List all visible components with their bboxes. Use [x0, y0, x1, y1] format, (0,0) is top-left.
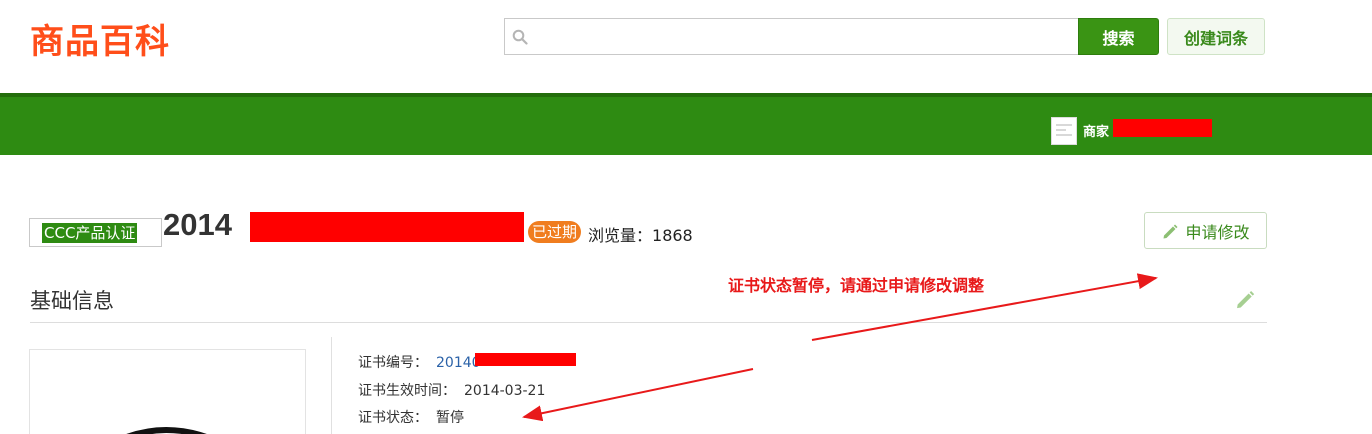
request-edit-button[interactable]: 申请修改 — [1144, 212, 1267, 249]
detail-value: 暂停 — [436, 410, 464, 426]
column-divider — [331, 337, 332, 434]
detail-label: 证书生效时间： — [358, 383, 456, 399]
product-image-graphic — [126, 427, 207, 434]
detail-value[interactable]: 20140 — [436, 355, 481, 371]
arrow-to-status — [522, 368, 754, 422]
page-title: 2014 — [163, 207, 232, 242]
search-button[interactable]: 搜索 — [1078, 18, 1159, 55]
pencil-icon — [1163, 224, 1178, 238]
category-tag-label: CCC产品认证 — [42, 223, 138, 243]
nav-bar: 商家 — [0, 93, 1372, 155]
merchant-label[interactable]: 商家 — [1083, 121, 1109, 140]
detail-label: 证书编号： — [358, 355, 428, 371]
detail-row-cert-number: 证书编号： 20140 — [358, 352, 481, 372]
request-edit-label: 申请修改 — [1185, 222, 1250, 242]
annotation-text: 证书状态暂停，请通过申请修改调整 — [728, 276, 985, 295]
detail-row-status: 证书状态： 暂停 — [358, 407, 464, 427]
detail-label: 证书状态： — [358, 410, 428, 426]
create-entry-button[interactable]: 创建词条 — [1167, 18, 1265, 55]
redaction-bar — [1113, 119, 1212, 137]
redaction-bar — [250, 212, 524, 242]
search-icon — [512, 29, 528, 45]
search-input[interactable] — [535, 23, 1070, 50]
section-title: 基础信息 — [30, 289, 114, 313]
product-image — [29, 349, 306, 434]
view-count: 浏览量：1868 — [588, 222, 693, 246]
detail-value: 2014-03-21 — [464, 383, 546, 399]
search-box[interactable] — [504, 18, 1079, 55]
status-badge: 已过期 — [528, 221, 582, 243]
view-count-value: 1868 — [652, 226, 693, 245]
view-count-label: 浏览量： — [588, 226, 653, 245]
detail-row-effective-date: 证书生效时间： 2014-03-21 — [358, 380, 545, 400]
category-tag: CCC产品认证 — [29, 218, 162, 247]
avatar-icon[interactable] — [1051, 117, 1077, 145]
pencil-icon[interactable] — [1234, 288, 1256, 310]
section-divider — [30, 322, 1267, 323]
site-logo[interactable]: 商品百科 — [30, 14, 170, 63]
redaction-bar — [475, 353, 576, 366]
